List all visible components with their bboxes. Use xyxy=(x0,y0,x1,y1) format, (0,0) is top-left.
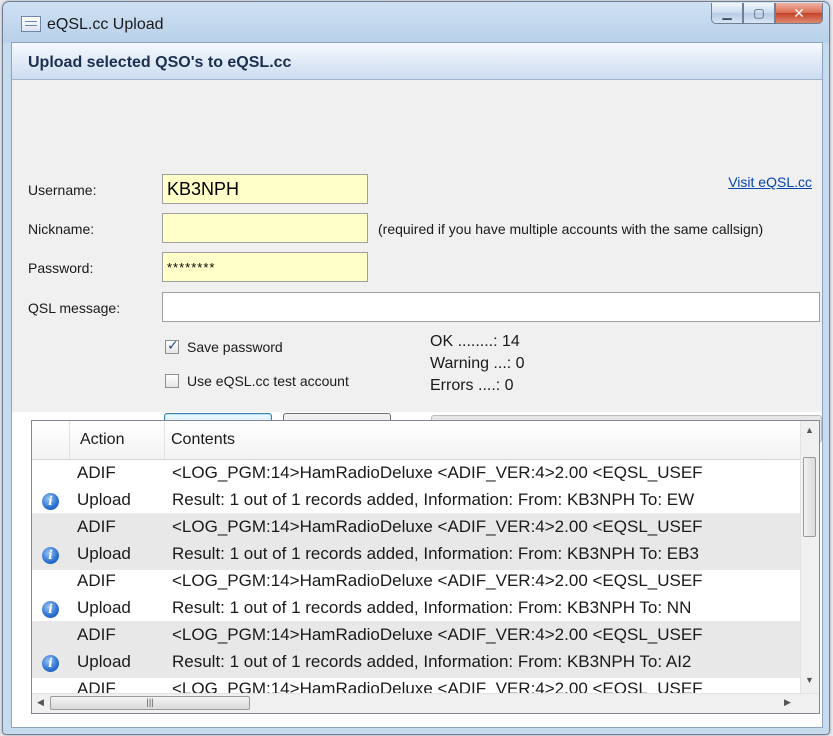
table-row[interactable]: i Upload Result: 1 out of 1 records added,… xyxy=(32,486,802,516)
row-action: ADIF xyxy=(77,571,116,590)
table-row[interactable]: ADIF <LOG_PGM:14>HamRadioDeluxe <ADIF_VER… xyxy=(32,621,802,651)
qsl-message-field[interactable] xyxy=(162,292,820,322)
info-icon: i xyxy=(42,655,59,672)
scroll-right-icon[interactable]: ▶ xyxy=(784,697,791,708)
checkmark-icon: ✓ xyxy=(167,337,179,353)
save-password-checkbox[interactable]: ✓ xyxy=(165,337,179,354)
row-action: ADIF xyxy=(77,517,116,536)
window-title: eQSL.cc Upload xyxy=(47,16,164,33)
table-row[interactable]: i Upload Result: 1 out of 1 records added,… xyxy=(32,594,802,624)
nickname-note: (required if you have multiple accounts … xyxy=(378,221,764,237)
table-row[interactable]: ADIF <LOG_PGM:14>HamRadioDeluxe <ADIF_VER… xyxy=(32,675,802,695)
minimize-button[interactable]: ▁ xyxy=(711,3,743,24)
row-contents: Result: 1 out of 1 records added, Inform… xyxy=(172,490,695,509)
row-action: ADIF xyxy=(77,625,116,644)
column-header-contents[interactable]: Contents xyxy=(165,421,802,459)
upload-window: eQSL.cc Upload ▁ ▢ ✕ Upload selected QSO… xyxy=(2,1,830,735)
row-contents: <LOG_PGM:14>HamRadioDeluxe <ADIF_VER:4>2… xyxy=(172,571,703,590)
caption-buttons: ▁ ▢ ✕ xyxy=(711,3,823,25)
username-label: Username: xyxy=(28,182,97,198)
vertical-scrollbar[interactable]: ▲ ▼ xyxy=(800,421,819,695)
warning-count: Warning ...: 0 xyxy=(430,355,525,372)
page-title: Upload selected QSO's to eQSL.cc xyxy=(28,54,292,71)
row-contents: <LOG_PGM:14>HamRadioDeluxe <ADIF_VER:4>2… xyxy=(172,463,703,482)
info-icon: i xyxy=(42,601,59,618)
row-action: Upload xyxy=(77,598,131,617)
table-row[interactable]: ADIF <LOG_PGM:14>HamRadioDeluxe <ADIF_VER… xyxy=(32,567,802,597)
password-field[interactable]: ******** xyxy=(162,252,368,282)
header-band: Upload selected QSO's to eQSL.cc xyxy=(12,43,822,80)
vertical-scroll-thumb[interactable] xyxy=(803,457,816,537)
row-action: Upload xyxy=(77,544,131,563)
row-action: ADIF xyxy=(77,463,116,482)
row-contents: <LOG_PGM:14>HamRadioDeluxe <ADIF_VER:4>2… xyxy=(172,517,703,536)
row-contents: Result: 1 out of 1 records added, Inform… xyxy=(172,544,699,563)
minimize-icon: ▁ xyxy=(722,6,732,20)
nickname-label: Nickname: xyxy=(28,221,95,237)
horizontal-scrollbar[interactable]: ◀ ||| ▶ xyxy=(32,693,819,713)
scroll-down-icon[interactable]: ▼ xyxy=(805,675,814,685)
test-account-label[interactable]: Use eQSL.cc test account xyxy=(187,373,349,389)
table-row[interactable]: i Upload Result: 1 out of 1 records added,… xyxy=(32,648,802,678)
app-window-icon xyxy=(21,16,41,32)
save-password-label[interactable]: Save password xyxy=(187,339,283,355)
upload-form: Username: KB3NPH Visit eQSL.cc Nickname:… xyxy=(12,80,822,412)
row-contents: <LOG_PGM:14>HamRadioDeluxe <ADIF_VER:4>2… xyxy=(172,625,703,644)
close-icon: ✕ xyxy=(793,4,805,21)
ok-count: OK ........: 14 xyxy=(430,333,520,350)
maximize-button[interactable]: ▢ xyxy=(743,3,775,24)
grid-header: Action Contents xyxy=(32,421,802,460)
grid-rows: ADIF <LOG_PGM:14>HamRadioDeluxe <ADIF_VER… xyxy=(32,459,802,695)
nickname-field[interactable] xyxy=(162,213,368,243)
row-contents: Result: 1 out of 1 records added, Inform… xyxy=(172,598,692,617)
info-icon: i xyxy=(42,493,59,510)
row-action: Upload xyxy=(77,652,131,671)
visit-eqsl-link[interactable]: Visit eQSL.cc xyxy=(728,174,812,190)
scroll-up-icon[interactable]: ▲ xyxy=(805,425,814,435)
row-action: Upload xyxy=(77,490,131,509)
error-count: Errors ....: 0 xyxy=(430,377,514,392)
username-field[interactable]: KB3NPH xyxy=(162,174,368,204)
table-row[interactable]: i Upload Result: 1 out of 1 records added,… xyxy=(32,540,802,570)
test-account-checkbox[interactable] xyxy=(165,374,179,388)
close-window-button[interactable]: ✕ xyxy=(775,3,823,24)
qsl-message-label: QSL message: xyxy=(28,300,121,316)
maximize-icon: ▢ xyxy=(753,6,765,20)
scroll-left-icon[interactable]: ◀ xyxy=(37,697,44,708)
password-label: Password: xyxy=(28,260,94,276)
results-grid[interactable]: Action Contents ADIF <LOG_PGM:14>HamRadio… xyxy=(31,420,820,714)
table-row[interactable]: ADIF <LOG_PGM:14>HamRadioDeluxe <ADIF_VER… xyxy=(32,513,802,543)
row-contents: Result: 1 out of 1 records added, Inform… xyxy=(172,652,692,671)
horizontal-scroll-thumb[interactable]: ||| xyxy=(50,696,250,710)
title-bar[interactable]: eQSL.cc Upload ▁ ▢ ✕ xyxy=(3,2,829,42)
table-row[interactable]: ADIF <LOG_PGM:14>HamRadioDeluxe <ADIF_VER… xyxy=(32,459,802,489)
grid-header-icon-column xyxy=(32,421,70,459)
upload-stats: OK ........: 14 Warning ...: 0 Errors ..… xyxy=(430,333,590,392)
info-icon: i xyxy=(42,547,59,564)
column-header-action[interactable]: Action xyxy=(70,421,165,459)
